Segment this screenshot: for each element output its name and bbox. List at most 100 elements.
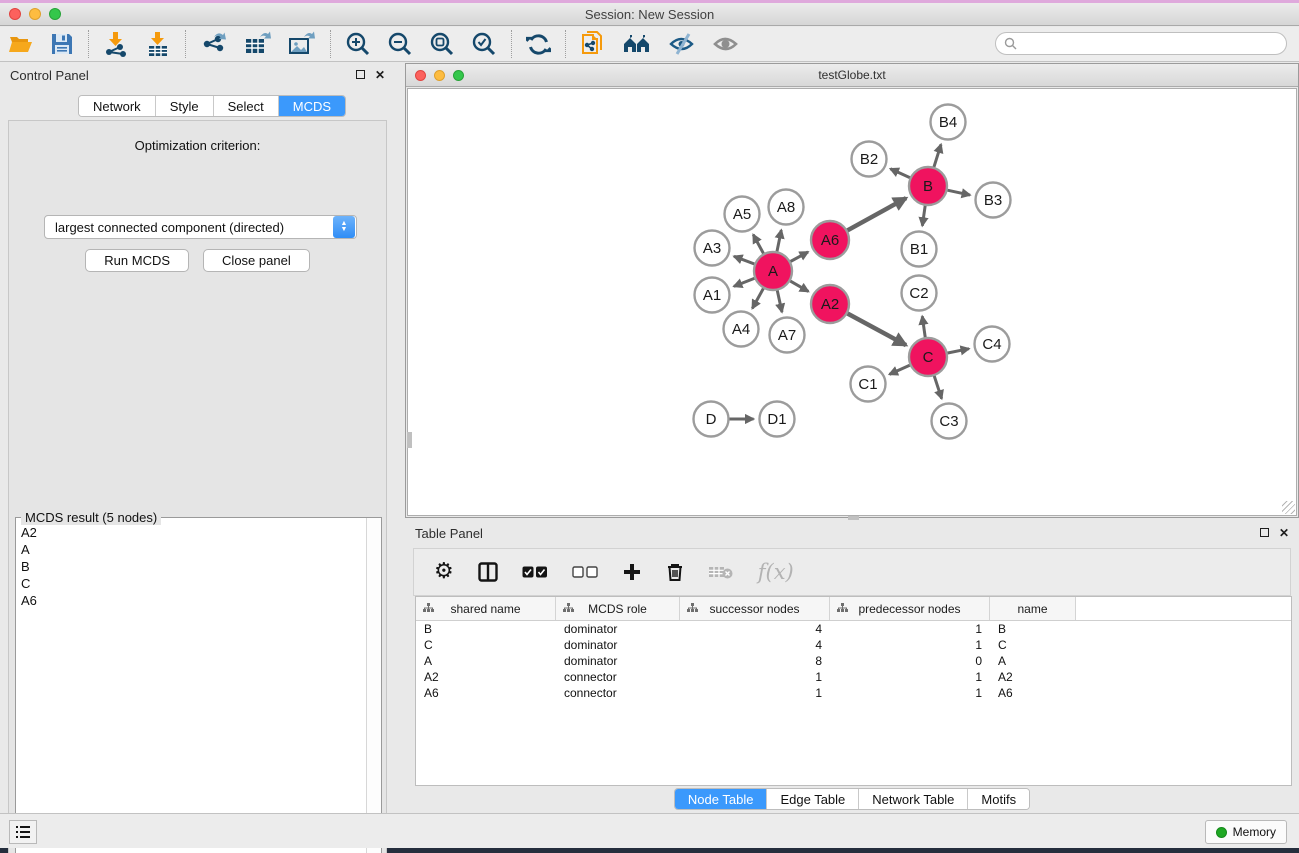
cell[interactable]: dominator [556, 654, 680, 668]
export-table-button[interactable] [236, 29, 280, 59]
zoom-in-button[interactable] [337, 29, 379, 59]
cell[interactable]: B [990, 622, 1076, 636]
cell[interactable]: B [416, 622, 556, 636]
search-field[interactable] [995, 32, 1287, 55]
window-resize-grip[interactable] [1282, 501, 1295, 514]
edge-A-A4[interactable] [752, 286, 764, 309]
edge-A-A8[interactable] [776, 230, 781, 254]
cell[interactable]: 1 [830, 670, 990, 684]
table-row[interactable]: A6connector11A6 [416, 685, 1291, 701]
result-scrollbar[interactable] [366, 518, 381, 853]
mcds-result-item[interactable]: A2 [17, 524, 365, 541]
cell[interactable]: 1 [830, 622, 990, 636]
zoom-selected-button[interactable] [463, 29, 505, 59]
cell[interactable]: 1 [680, 670, 830, 684]
tab-select[interactable]: Select [214, 96, 279, 116]
deselect-all-columns-button[interactable] [572, 566, 598, 579]
cell[interactable]: connector [556, 670, 680, 684]
column-header-predecessor-nodes[interactable]: predecessor nodes [830, 597, 990, 620]
edge-B-B4[interactable] [933, 144, 941, 169]
settings-gear-button[interactable]: ⚙ [434, 561, 454, 583]
node-table[interactable]: shared nameMCDS rolesuccessor nodesprede… [415, 596, 1292, 786]
save-session-button[interactable] [42, 29, 82, 59]
close-table-panel-icon[interactable]: ✕ [1279, 527, 1289, 539]
tab-network[interactable]: Network [79, 96, 156, 116]
open-file-button[interactable] [0, 29, 42, 59]
show-all-button[interactable] [704, 29, 748, 59]
edge-A-A3[interactable] [734, 256, 757, 265]
cell[interactable]: dominator [556, 638, 680, 652]
edge-A-A1[interactable] [734, 277, 757, 286]
zoom-fit-button[interactable] [421, 29, 463, 59]
edge-C-C3[interactable] [933, 373, 941, 399]
search-input[interactable] [1022, 35, 1286, 53]
export-network-button[interactable] [192, 29, 236, 59]
cell[interactable]: A6 [416, 686, 556, 700]
cell[interactable]: C [990, 638, 1076, 652]
zoom-out-button[interactable] [379, 29, 421, 59]
cell[interactable]: A [990, 654, 1076, 668]
network-window-titlebar[interactable]: testGlobe.txt [406, 64, 1298, 87]
mcds-result-item[interactable]: C [17, 575, 365, 592]
mcds-result-item[interactable]: B [17, 558, 365, 575]
table-row[interactable]: Bdominator41B [416, 621, 1291, 637]
table-row[interactable]: Adominator80A [416, 653, 1291, 669]
export-image-button[interactable] [280, 29, 324, 59]
column-header-MCDS-role[interactable]: MCDS role [556, 597, 680, 620]
table-row[interactable]: A2connector11A2 [416, 669, 1291, 685]
mcds-result-list[interactable]: A2ABCA6 [17, 524, 365, 853]
canvas-vscroll-thumb[interactable] [407, 432, 412, 448]
cell[interactable]: A2 [990, 670, 1076, 684]
first-neighbors-button[interactable] [614, 29, 660, 59]
run-mcds-button[interactable]: Run MCDS [85, 249, 189, 272]
edge-A6-B[interactable] [845, 198, 906, 232]
close-panel-button[interactable]: Close panel [203, 249, 310, 272]
tab-style[interactable]: Style [156, 96, 214, 116]
edge-B-B2[interactable] [890, 169, 912, 179]
cell[interactable]: A [416, 654, 556, 668]
edge-A-A5[interactable] [753, 235, 765, 256]
cell[interactable]: 4 [680, 622, 830, 636]
column-header-successor-nodes[interactable]: successor nodes [680, 597, 830, 620]
cell[interactable]: 4 [680, 638, 830, 652]
edge-A2-C[interactable] [845, 312, 906, 345]
cell[interactable]: A6 [990, 686, 1076, 700]
edge-B-B1[interactable] [922, 203, 925, 226]
edge-A-A7[interactable] [777, 288, 782, 312]
edge-B-B3[interactable] [945, 190, 970, 195]
edge-C-C4[interactable] [945, 349, 969, 354]
cell[interactable]: dominator [556, 622, 680, 636]
close-panel-icon[interactable]: ✕ [375, 69, 385, 81]
float-panel-icon[interactable] [356, 69, 365, 81]
tab-mcds[interactable]: MCDS [279, 96, 345, 116]
optimization-criterion-select[interactable]: largest connected component (directed) ▲… [44, 215, 357, 239]
import-network-button[interactable] [95, 29, 137, 59]
table-row[interactable]: Cdominator41C [416, 637, 1291, 653]
edge-A-A2[interactable] [788, 280, 809, 292]
cell[interactable]: 1 [680, 686, 830, 700]
cell[interactable]: A2 [416, 670, 556, 684]
delete-column-button[interactable] [666, 562, 684, 582]
cell[interactable]: C [416, 638, 556, 652]
select-all-columns-button[interactable] [522, 566, 548, 579]
tab-edge-table[interactable]: Edge Table [767, 789, 859, 809]
column-header-shared-name[interactable]: shared name [416, 597, 556, 620]
import-table-button[interactable] [137, 29, 179, 59]
tab-motifs[interactable]: Motifs [968, 789, 1029, 809]
delete-table-button[interactable] [708, 564, 734, 580]
add-column-button[interactable] [622, 562, 642, 582]
hide-selected-button[interactable] [660, 29, 704, 59]
mcds-result-item[interactable]: A6 [17, 592, 365, 609]
new-network-from-selection-button[interactable] [572, 29, 614, 59]
cell[interactable]: 1 [830, 638, 990, 652]
float-table-panel-icon[interactable] [1260, 527, 1269, 539]
cell[interactable]: 8 [680, 654, 830, 668]
column-header-name[interactable]: name [990, 597, 1076, 620]
function-builder-button[interactable]: f(x) [758, 560, 794, 584]
column-visibility-button[interactable] [478, 562, 498, 582]
edge-C-C2[interactable] [922, 316, 925, 340]
network-canvas[interactable]: B4B2BB3A5A8A6B1A3AA1C2A2A4A7C4CC1C3DD1 [407, 88, 1297, 516]
mcds-result-item[interactable]: A [17, 541, 365, 558]
cell[interactable]: connector [556, 686, 680, 700]
network-graph[interactable]: B4B2BB3A5A8A6B1A3AA1C2A2A4A7C4CC1C3DD1 [408, 89, 1296, 515]
